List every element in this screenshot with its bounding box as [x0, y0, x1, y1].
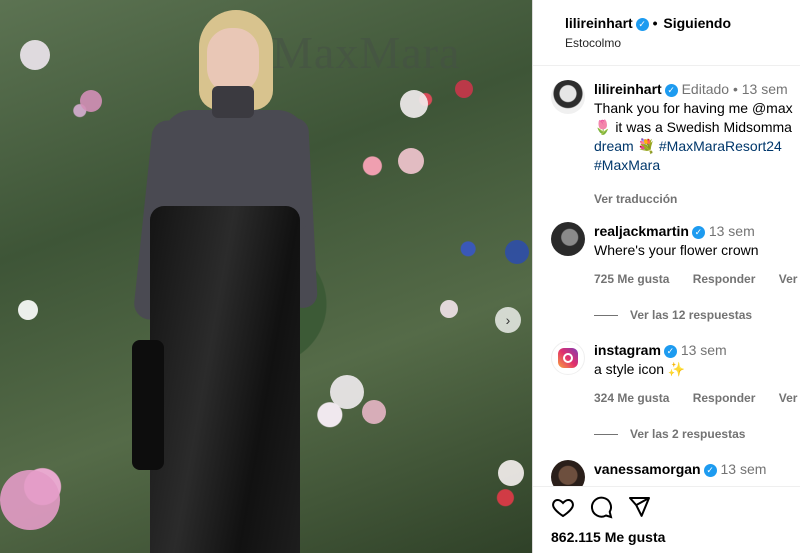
- view-replies-button[interactable]: Ver las 12 respuestas: [630, 308, 752, 322]
- post-actions-bar: 862.115 Me gusta: [533, 486, 800, 553]
- caption-dot: •: [732, 81, 738, 97]
- action-icons: [551, 495, 651, 519]
- comment-username[interactable]: instagram: [594, 342, 661, 358]
- flower-decoration: [0, 470, 60, 530]
- comment-username[interactable]: vanessamorgan: [594, 461, 701, 477]
- caption-username[interactable]: lilireinhart: [594, 81, 662, 97]
- comment-text: Where's your flower crown: [594, 242, 759, 258]
- verified-badge-icon: ✓: [664, 84, 678, 97]
- next-photo-button[interactable]: ›: [495, 307, 521, 333]
- reply-button[interactable]: Responder: [693, 391, 756, 405]
- flower-decoration: [498, 460, 524, 486]
- post-photo[interactable]: MaxMara ›: [0, 0, 532, 553]
- comment-time[interactable]: 13 sem: [681, 342, 727, 358]
- chevron-right-icon: ›: [505, 312, 511, 328]
- comments-list[interactable]: lilireinhart ✓ Editado • 13 sem Thank you…: [533, 66, 800, 486]
- like-count[interactable]: 862.115 Me gusta: [551, 529, 665, 545]
- translate-link[interactable]: Ver traducción: [594, 192, 677, 206]
- post-side-panel: lilireinhart ✓ • Siguiendo Estocolmo lili…: [532, 0, 800, 553]
- header-separator: •: [652, 15, 658, 31]
- translate-link[interactable]: Ver tra: [779, 391, 800, 405]
- flower-decoration: [18, 300, 38, 320]
- avatar[interactable]: [551, 341, 585, 375]
- verified-badge-icon: ✓: [663, 345, 677, 358]
- instagram-logo-icon: [558, 348, 578, 368]
- flower-decoration: [455, 80, 473, 98]
- header-username[interactable]: lilireinhart: [565, 15, 633, 31]
- caption-edited: Editado: [681, 81, 730, 97]
- avatar[interactable]: [551, 80, 585, 114]
- comment-meta: 725 Me gusta Responder Ver tra: [594, 272, 800, 286]
- caption-line: dream 💐 #MaxMaraResort24: [594, 138, 782, 154]
- flower-decoration: [440, 300, 458, 318]
- caption-line: Thank you for having me @max: [594, 100, 793, 116]
- comment-body: realjackmartin ✓ 13 sem Where's your flow…: [594, 222, 800, 260]
- verified-badge-icon: ✓: [691, 226, 705, 239]
- comment-icon[interactable]: [589, 495, 613, 519]
- person-skirt: [150, 206, 300, 553]
- flower-decoration: [20, 40, 50, 70]
- header-username-row: lilireinhart ✓ • Siguiendo: [565, 15, 731, 31]
- flower-decoration: [400, 90, 428, 118]
- comment-time[interactable]: 13 sem: [721, 461, 767, 477]
- comment-body: vanessamorgan ✓ 13 sem: [594, 460, 800, 479]
- comment-body: instagram ✓ 13 sem a style icon ✨: [594, 341, 800, 379]
- post-header: lilireinhart ✓ • Siguiendo Estocolmo: [533, 0, 800, 66]
- following-button[interactable]: Siguiendo: [663, 15, 731, 31]
- heart-icon[interactable]: [551, 495, 575, 519]
- flower-decoration: [330, 375, 364, 409]
- comment-time[interactable]: 13 sem: [709, 223, 755, 239]
- share-icon[interactable]: [627, 495, 651, 519]
- post-location[interactable]: Estocolmo: [565, 36, 621, 50]
- avatar[interactable]: [551, 222, 585, 256]
- backdrop-brand-logo: MaxMara: [272, 27, 461, 78]
- verified-badge-icon: ✓: [635, 18, 649, 31]
- person-neck: [212, 86, 254, 118]
- caption-time[interactable]: 13 sem: [742, 81, 788, 97]
- person-bag: [132, 340, 164, 470]
- reply-button[interactable]: Responder: [693, 272, 756, 286]
- person-face: [207, 28, 259, 94]
- view-replies-button[interactable]: Ver las 2 respuestas: [630, 427, 745, 441]
- comment-username[interactable]: realjackmartin: [594, 223, 689, 239]
- comment-likes[interactable]: 725 Me gusta: [594, 272, 669, 286]
- caption-body: lilireinhart ✓ Editado • 13 sem Thank you…: [594, 80, 800, 175]
- translate-link[interactable]: Ver tra: [779, 272, 800, 286]
- caption-line[interactable]: #MaxMara: [594, 156, 800, 175]
- verified-badge-icon: ✓: [703, 464, 717, 477]
- comment-text: a style icon ✨: [594, 361, 686, 377]
- comment-likes[interactable]: 324 Me gusta: [594, 391, 669, 405]
- comment-meta: 324 Me gusta Responder Ver tra: [594, 391, 800, 405]
- flower-decoration: [362, 400, 386, 424]
- avatar[interactable]: [551, 460, 585, 486]
- caption-line: 🌷 it was a Swedish Midsomma: [594, 119, 792, 135]
- flower-decoration: [80, 90, 102, 112]
- flower-decoration: [398, 148, 424, 174]
- flower-decoration: [505, 240, 529, 264]
